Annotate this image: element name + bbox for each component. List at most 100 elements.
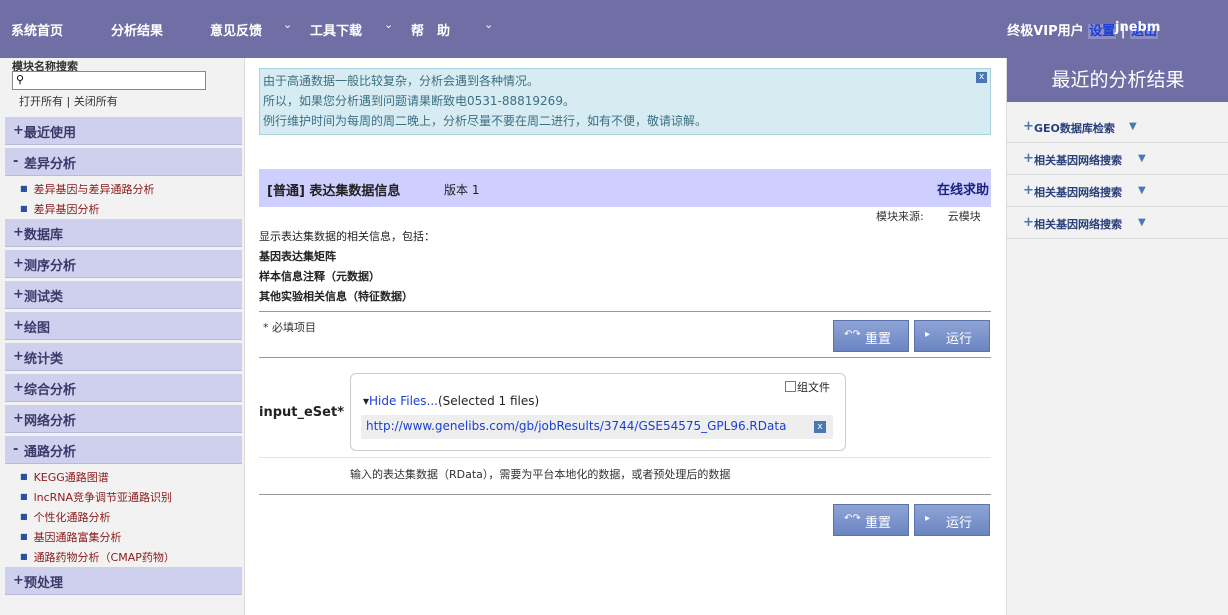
category-label: 数据库 (24, 228, 64, 243)
source-label: 模块来源: (876, 210, 924, 223)
group-files-checkbox[interactable]: 组文件 (785, 379, 830, 395)
menu-item[interactable]: ■ 基因通路富集分析 (20, 529, 122, 545)
desc-item: 基因表达集矩阵 (259, 250, 336, 263)
open-close-links: 打开所有 | 关闭所有 (19, 93, 118, 109)
category-label: 测试类 (24, 290, 64, 305)
notice-line: 例行维护时间为每周的周二晚上，分析尽量不要在周二进行，如有不便，敬请谅解。 (263, 114, 708, 128)
category-stats[interactable]: + 统计类 (5, 343, 242, 371)
expand-icon: + (13, 573, 24, 588)
close-all-link[interactable]: 关闭所有 (74, 95, 118, 108)
hide-files-link[interactable]: Hide Files... (369, 394, 438, 408)
bullet-icon: ■ (20, 204, 28, 213)
divider (259, 494, 991, 495)
dropdown-arrow-icon[interactable]: ▼ (1129, 121, 1137, 132)
selected-count: (Selected 1 files) (437, 394, 540, 408)
recent-result-item[interactable]: + 相关基因网络搜索 ▼ (1007, 207, 1228, 239)
category-label: 测序分析 (24, 259, 77, 274)
expand-icon: + (13, 123, 24, 138)
play-icon: ▸ (925, 329, 931, 340)
nav-home[interactable]: 系统首页 (11, 20, 63, 39)
expand-icon: + (13, 256, 24, 271)
undo-icon: ↶↷ (844, 513, 861, 524)
result-label: 相关基因网络搜索 (1034, 154, 1122, 167)
category-network[interactable]: + 网络分析 (5, 405, 242, 433)
notice-line: 所以，如果您分析遇到问题请果断致电0531-88819269。 (263, 94, 575, 108)
dropdown-arrow-icon[interactable]: ▼ (1138, 185, 1146, 196)
bullet-icon: ■ (20, 532, 28, 541)
nav-help[interactable]: 帮 助 (411, 20, 450, 39)
play-icon: ▸ (925, 513, 931, 524)
menu-item[interactable]: ■ KEGG通路图谱 (20, 469, 109, 485)
menu-item[interactable]: ■ 个性化通路分析 (20, 509, 111, 525)
category-label: 预处理 (24, 576, 64, 591)
collapse-icon: - (13, 442, 19, 457)
category-pathway[interactable]: - 通路分析 (5, 436, 242, 464)
online-help-link[interactable]: 在线求助 (937, 179, 989, 198)
chevron-down-icon[interactable]: ⌄ (384, 18, 393, 31)
notice-banner: 由于高通数据一般比较复杂，分析会遇到各种情况。 所以，如果您分析遇到问题请果断致… (259, 68, 991, 135)
divider (259, 311, 991, 312)
menu-item[interactable]: ■ 差异基因与差异通路分析 (20, 181, 155, 197)
collapse-icon: - (13, 154, 19, 169)
expand-icon: + (13, 318, 24, 333)
category-label: 通路分析 (24, 445, 77, 460)
category-diff[interactable]: - 差异分析 (5, 148, 242, 176)
recent-result-item[interactable]: + 相关基因网络搜索 ▼ (1007, 175, 1228, 207)
category-label: 最近使用 (24, 126, 77, 141)
reset-button[interactable]: ↶↷ 重置 (833, 504, 909, 536)
category-preprocess[interactable]: + 预处理 (5, 567, 242, 595)
menu-item[interactable]: ■ lncRNA竞争调节亚通路识别 (20, 489, 172, 505)
plus-icon: + (1023, 215, 1034, 230)
search-input[interactable]: ⚲ (12, 71, 206, 90)
run-button[interactable]: ▸ 运行 (914, 320, 990, 352)
nav-feedback[interactable]: 意见反馈 (210, 20, 262, 39)
recent-result-item[interactable]: + 相关基因网络搜索 ▼ (1007, 143, 1228, 175)
file-url-link[interactable]: http://www.genelibs.com/gb/jobResults/37… (366, 419, 786, 433)
hide-files-toggle[interactable]: ▾Hide Files...(Selected 1 files) (363, 394, 539, 408)
button-label: 重置 (865, 332, 892, 347)
bullet-icon: ■ (20, 472, 28, 481)
nav-results[interactable]: 分析结果 (111, 20, 163, 39)
category-recent[interactable]: + 最近使用 (5, 117, 242, 145)
module-source: 模块来源: 云模块 (876, 208, 981, 224)
close-icon[interactable]: x (976, 72, 987, 83)
top-navbar: 系统首页 分析结果 意见反馈 ⌄ 工具下载 ⌄ 帮 助 ⌄ 终极VIP用户 设置… (0, 0, 1228, 58)
menu-item[interactable]: ■ 差异基因分析 (20, 201, 100, 217)
divider (259, 357, 991, 358)
expand-icon: + (13, 287, 24, 302)
divider (259, 457, 991, 458)
category-database[interactable]: + 数据库 (5, 219, 242, 247)
reset-button[interactable]: ↶↷ 重置 (833, 320, 909, 352)
checkbox-label: 组文件 (797, 381, 830, 394)
menu-item[interactable]: ■ 通路药物分析（CMAP药物） (20, 549, 175, 565)
settings-link[interactable]: 设置 (1088, 24, 1117, 39)
chevron-down-icon[interactable]: ⌄ (283, 18, 292, 31)
param-label: input_eSet* (259, 405, 344, 420)
recent-result-item[interactable]: + GEO数据库检索 ▼ (1007, 111, 1228, 143)
bullet-icon: ■ (20, 552, 28, 561)
required-note: * 必填项目 (263, 321, 316, 334)
run-button[interactable]: ▸ 运行 (914, 504, 990, 536)
left-sidebar: 模块名称搜索 ⚲ 打开所有 | 关闭所有 + 最近使用 - 差异分析 ■ 差异基因… (0, 58, 245, 615)
dropdown-arrow-icon[interactable]: ▼ (1138, 153, 1146, 164)
param-description: 输入的表达集数据（RData），需要为平台本地化的数据，或者预处理后的数据 (350, 468, 731, 481)
search-icon: ⚲ (16, 73, 25, 86)
dropdown-arrow-icon[interactable]: ▼ (1138, 217, 1146, 228)
category-sequencing[interactable]: + 测序分析 (5, 250, 242, 278)
result-label: GEO数据库检索 (1034, 122, 1115, 135)
button-label: 运行 (946, 516, 973, 531)
result-label: 相关基因网络搜索 (1034, 218, 1122, 231)
open-all-link[interactable]: 打开所有 (19, 95, 63, 108)
undo-icon: ↶↷ (844, 329, 861, 340)
category-plot[interactable]: + 绘图 (5, 312, 242, 340)
expand-icon: + (13, 349, 24, 364)
module-version: 版本 1 (444, 183, 480, 197)
category-label: 网络分析 (24, 414, 77, 429)
category-test[interactable]: + 测试类 (5, 281, 242, 309)
chevron-down-icon[interactable]: ⌄ (484, 18, 493, 31)
category-integrated[interactable]: + 综合分析 (5, 374, 242, 402)
nav-tools[interactable]: 工具下载 (310, 20, 362, 39)
remove-file-icon[interactable]: x (814, 421, 826, 433)
plus-icon: + (1023, 183, 1034, 198)
bullet-icon: ■ (20, 184, 28, 193)
